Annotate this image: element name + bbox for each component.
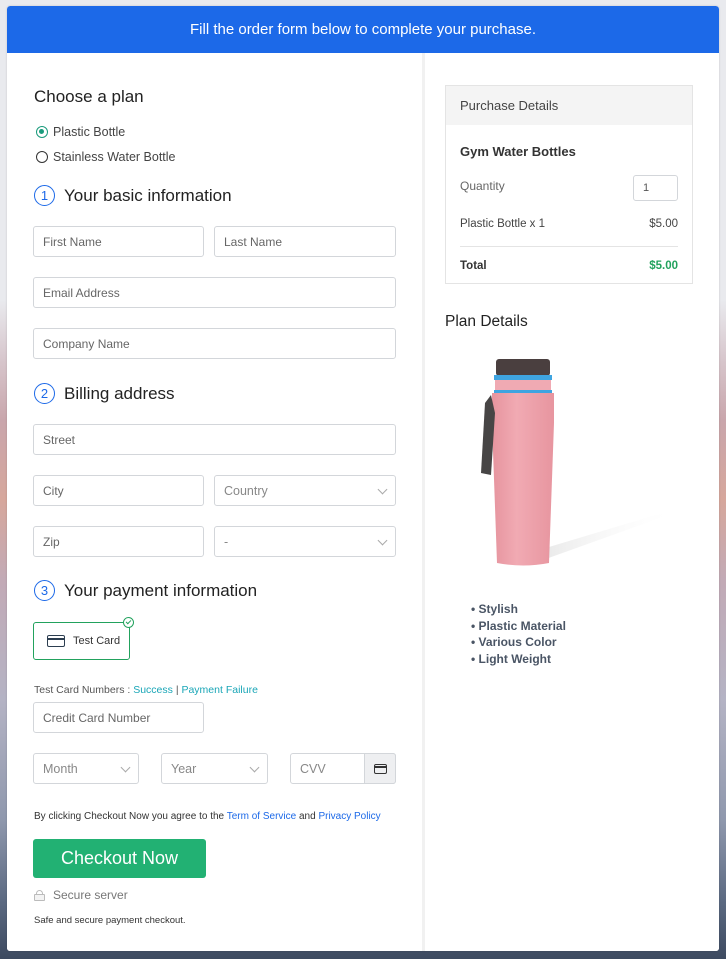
cvv-placeholder: CVV xyxy=(300,761,326,776)
product-image-bottle xyxy=(481,359,679,566)
feature-item: Plastic Material xyxy=(471,618,566,635)
step-number-2: 2 xyxy=(34,383,55,404)
street-input[interactable]: Street xyxy=(33,424,396,455)
safe-checkout-note: Safe and secure payment checkout. xyxy=(34,915,186,926)
line-item-name: Plastic Bottle x 1 xyxy=(460,218,546,230)
agreement-text: By clicking Checkout Now you agree to th… xyxy=(34,811,225,822)
banner-text: Fill the order form below to complete yo… xyxy=(190,21,536,38)
plan-option-label: Stainless Water Bottle xyxy=(53,150,176,164)
checkout-card: Fill the order form below to complete yo… xyxy=(7,6,719,951)
chevron-down-icon xyxy=(377,535,388,546)
chevron-down-icon xyxy=(249,762,260,773)
chevron-down-icon xyxy=(377,484,388,495)
cvv-card-button[interactable] xyxy=(364,753,396,784)
feature-item: Various Color xyxy=(471,634,566,651)
city-input[interactable]: City xyxy=(33,475,204,506)
plan-details-heading: Plan Details xyxy=(445,313,528,330)
company-input[interactable]: Company Name xyxy=(33,328,396,359)
lock-icon xyxy=(34,889,45,901)
country-select-value: Country xyxy=(224,483,268,498)
payment-failure-link[interactable]: Payment Failure xyxy=(181,684,257,696)
summary-panel: Purchase Details Gym Water Bottles Quant… xyxy=(425,53,719,951)
header-banner: Fill the order form below to complete yo… xyxy=(7,6,719,53)
last-name-input[interactable]: Last Name xyxy=(214,226,396,257)
success-link[interactable]: Success xyxy=(133,684,173,696)
section-title: Your payment information xyxy=(64,580,258,600)
credit-card-icon xyxy=(47,635,65,647)
credit-card-icon xyxy=(373,763,387,774)
order-form: Choose a plan Plastic Bottle Stainless W… xyxy=(7,53,422,951)
test-numbers-label: Test Card Numbers : xyxy=(34,684,131,696)
section-title: Billing address xyxy=(64,383,175,403)
secure-server: Secure server xyxy=(34,888,128,902)
purchase-details-box: Purchase Details Gym Water Bottles Quant… xyxy=(445,85,693,284)
radio-selected-icon[interactable] xyxy=(36,126,48,138)
plan-option-label: Plastic Bottle xyxy=(53,125,126,139)
basic-info-heading: 1 Your basic information xyxy=(34,185,232,206)
agreement-and: and xyxy=(298,811,316,822)
check-circle-icon xyxy=(123,617,134,628)
feature-item: Light Weight xyxy=(471,651,566,668)
step-number-1: 1 xyxy=(34,185,55,206)
zip-input[interactable]: Zip xyxy=(33,526,204,557)
year-select-value: Year xyxy=(171,761,197,776)
total-row: Total $5.00 xyxy=(460,260,678,272)
total-label: Total xyxy=(460,260,487,272)
plan-option-plastic-bottle[interactable]: Plastic Bottle xyxy=(36,125,125,139)
total-amount: $5.00 xyxy=(649,260,678,272)
state-select-value: - xyxy=(224,534,229,549)
quantity-label: Quantity xyxy=(460,179,505,193)
billing-heading: 2 Billing address xyxy=(34,383,175,404)
secure-server-label: Secure server xyxy=(53,888,128,902)
purchase-details-heading: Purchase Details xyxy=(446,86,692,125)
payment-heading: 3 Your payment information xyxy=(34,580,257,601)
line-item-price: $5.00 xyxy=(649,218,678,230)
terms-of-service-link[interactable]: Term of Service xyxy=(227,811,296,822)
state-select[interactable]: - xyxy=(214,526,396,557)
summary-divider xyxy=(460,246,678,247)
product-name: Gym Water Bottles xyxy=(460,144,576,159)
year-select[interactable]: Year xyxy=(161,753,268,784)
privacy-policy-link[interactable]: Privacy Policy xyxy=(318,811,380,822)
first-name-input[interactable]: First Name xyxy=(33,226,204,257)
line-item: Plastic Bottle x 1 $5.00 xyxy=(460,218,678,230)
month-select-value: Month xyxy=(43,761,78,776)
payment-method-test-card[interactable]: Test Card xyxy=(33,617,134,660)
email-input[interactable]: Email Address xyxy=(33,277,396,308)
feature-item: Stylish xyxy=(471,601,566,618)
country-select[interactable]: Country xyxy=(214,475,396,506)
radio-unselected-icon[interactable] xyxy=(36,151,48,163)
credit-card-number-input[interactable]: Credit Card Number xyxy=(33,702,204,733)
plan-option-stainless-bottle[interactable]: Stainless Water Bottle xyxy=(36,150,176,164)
test-card-numbers: Test Card Numbers : Success | Payment Fa… xyxy=(34,684,258,696)
payment-method-label: Test Card xyxy=(73,635,121,647)
link-separator: | xyxy=(175,684,179,696)
choose-plan-heading: Choose a plan xyxy=(34,87,144,106)
step-number-3: 3 xyxy=(34,580,55,601)
cvv-input[interactable]: CVV xyxy=(290,753,396,784)
checkout-now-button[interactable]: Checkout Now xyxy=(33,839,206,878)
chevron-down-icon xyxy=(120,762,131,773)
terms-agreement: By clicking Checkout Now you agree to th… xyxy=(34,811,381,822)
quantity-input[interactable]: 1 xyxy=(633,175,678,201)
month-select[interactable]: Month xyxy=(33,753,139,784)
feature-list: Stylish Plastic Material Various Color L… xyxy=(471,601,566,667)
section-title: Your basic information xyxy=(64,185,232,205)
